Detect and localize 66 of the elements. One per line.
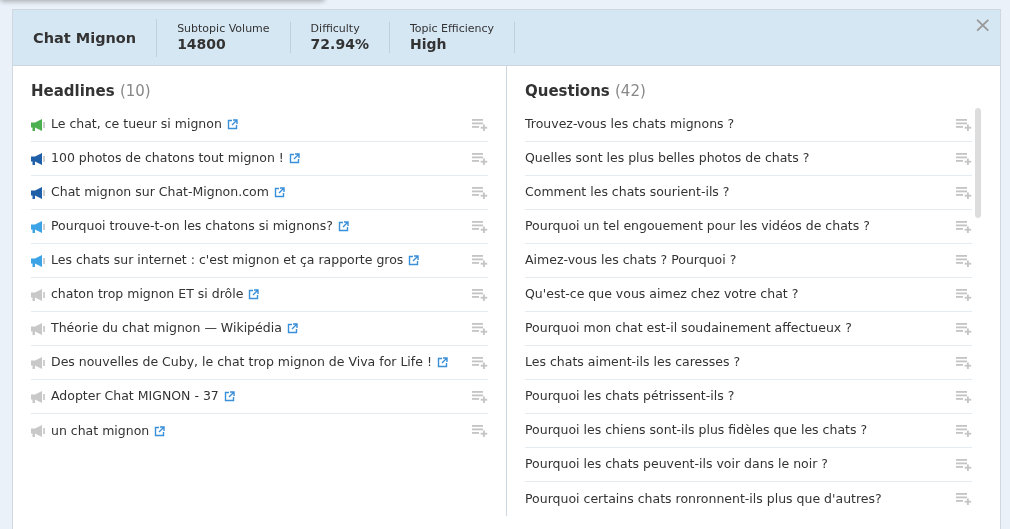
external-link-icon[interactable] (154, 425, 166, 437)
headline-link[interactable]: Des nouvelles de Cuby, le chat trop mignon de Viva for Life ! (51, 353, 432, 372)
question-text: Pourquoi mon chat est-il soudainement affectueux ? (525, 319, 852, 338)
headline-link[interactable]: Adopter Chat MIGNON - 37 (51, 387, 219, 406)
question-text: Pourquoi les chats peuvent-ils voir dans le noir ? (525, 455, 828, 474)
add-to-list-icon[interactable] (472, 390, 488, 403)
external-link-icon[interactable] (248, 289, 260, 300)
section-count: (42) (615, 82, 646, 100)
metric-label: Difficulty (310, 21, 361, 36)
question-text: Les chats aiment-ils les caresses ? (525, 353, 741, 372)
section-title: Headlines (31, 82, 115, 100)
headline-link[interactable]: Théorie du chat mignon — Wikipédia (51, 319, 282, 338)
topic-title: Chat Mignon (33, 18, 158, 57)
headline-link[interactable]: chaton trop mignon ET si drôle (51, 285, 244, 304)
add-to-list-icon[interactable] (472, 152, 488, 165)
add-to-list-icon[interactable] (956, 288, 972, 301)
external-link-icon[interactable] (337, 221, 349, 232)
question-text: Pourquoi un tel engouement pour les vidéos de chats ? (525, 217, 870, 236)
external-link-icon[interactable] (436, 357, 448, 368)
external-link-icon[interactable] (286, 323, 298, 334)
section-count: (10) (119, 82, 151, 100)
add-to-list-icon[interactable] (956, 118, 972, 131)
metric-value: High (409, 35, 448, 54)
question-text: Pourquoi certains chats ronronnent-ils plus que d'autres? (525, 489, 882, 508)
question-text: Pourquoi les chiens sont-ils plus fidèles que les chats ? (525, 421, 868, 440)
headline-link[interactable]: Le chat, ce tueur si mignon (51, 115, 222, 134)
external-link-icon[interactable] (273, 187, 285, 198)
headline-link[interactable]: Les chats sur internet : c'est mignon et ça rapporte gros (51, 251, 404, 270)
headline-link[interactable]: 100 photos de chatons tout mignon ! (51, 149, 284, 168)
question-text: Comment les chats sourient-ils ? (525, 183, 730, 202)
add-to-list-icon[interactable] (956, 254, 972, 267)
metric-label: Topic Efficiency (409, 21, 495, 36)
add-to-list-icon[interactable] (956, 322, 972, 335)
section-title: Questions (525, 82, 610, 100)
metric-label: Subtopic Volume (177, 21, 270, 36)
external-link-icon[interactable] (223, 391, 235, 402)
add-to-list-icon[interactable] (472, 322, 488, 335)
question-text: Qu'est-ce que vous aimez chez votre chat ? (525, 285, 799, 304)
question-text: Aimez-vous les chats ? Pourquoi ? (525, 251, 737, 270)
metric-value: 72.94% (310, 35, 369, 54)
add-to-list-icon[interactable] (956, 493, 972, 505)
headline-link[interactable]: un chat mignon (51, 421, 150, 441)
add-to-list-icon[interactable] (956, 186, 972, 199)
add-to-list-icon[interactable] (956, 458, 972, 471)
headline-link[interactable]: Chat mignon sur Chat-Mignon.com (51, 183, 269, 202)
external-link-icon[interactable] (226, 119, 238, 130)
add-to-list-icon[interactable] (956, 424, 972, 437)
external-link-icon[interactable] (408, 255, 420, 266)
add-to-list-icon[interactable] (956, 356, 972, 369)
add-to-list-icon[interactable] (472, 186, 488, 199)
external-link-icon[interactable] (288, 153, 300, 164)
add-to-list-icon[interactable] (472, 254, 488, 267)
question-text: Quelles sont les plus belles photos de chats ? (525, 149, 810, 168)
add-to-list-icon[interactable] (472, 288, 488, 301)
metric-value: 14800 (177, 35, 227, 54)
add-to-list-icon[interactable] (472, 425, 488, 437)
headline-link[interactable]: Pourquoi trouve-t-on les chatons si mignons? (51, 217, 333, 236)
add-to-list-icon[interactable] (472, 356, 488, 369)
question-text: Trouvez-vous les chats mignons ? (525, 115, 735, 134)
scrollbar-thumb[interactable] (975, 108, 981, 218)
question-text: Pourquoi les chats pétrissent-ils ? (525, 387, 735, 406)
add-to-list-icon[interactable] (956, 220, 972, 233)
add-to-list-icon[interactable] (472, 118, 488, 131)
add-to-list-icon[interactable] (956, 390, 972, 403)
add-to-list-icon[interactable] (472, 220, 488, 233)
add-to-list-icon[interactable] (956, 152, 972, 165)
